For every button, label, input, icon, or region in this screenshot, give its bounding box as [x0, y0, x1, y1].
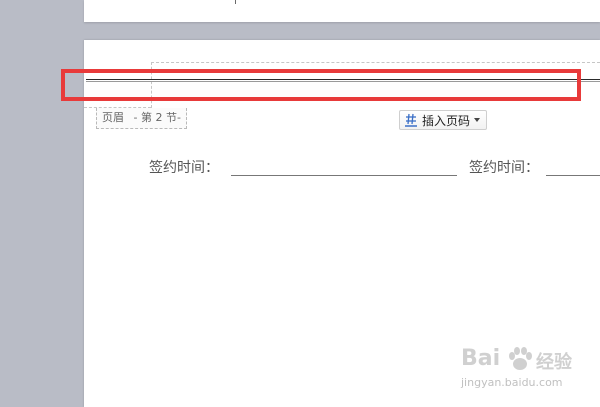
- header-section-label: 页眉 - 第 2 节-: [96, 108, 187, 129]
- watermark-brand-left: Bai: [461, 346, 501, 371]
- sign-time-label-2: 签约时间：: [469, 160, 539, 176]
- baidu-jingyan-watermark: Bai 经验 jingyan.baidu.com: [461, 346, 586, 396]
- previous-page-bottom: [84, 0, 600, 22]
- header-label-text: 页眉: [102, 111, 124, 124]
- watermark-url: jingyan.baidu.com: [461, 376, 563, 389]
- paw-logo-icon: [506, 346, 534, 378]
- header-section-text: - 第 2 节-: [133, 111, 181, 124]
- chevron-down-icon[interactable]: [474, 118, 481, 122]
- watermark-brand-right: 经验: [536, 352, 572, 373]
- page-number-hash-icon: [405, 113, 417, 127]
- margin-mark: [235, 0, 236, 4]
- document-workspace: 页眉 - 第 2 节- 插入页码 签约时间： 签约时间： Bai 经验 jing…: [0, 0, 600, 407]
- insert-page-number-button[interactable]: 插入页码: [399, 110, 488, 130]
- sign-time-blank-2[interactable]: [546, 175, 600, 176]
- sign-time-label-1: 签约时间：: [149, 160, 219, 176]
- insert-page-number-label: 插入页码: [422, 113, 471, 128]
- annotation-highlight-box: [61, 69, 581, 101]
- sign-time-blank-1[interactable]: [231, 175, 457, 176]
